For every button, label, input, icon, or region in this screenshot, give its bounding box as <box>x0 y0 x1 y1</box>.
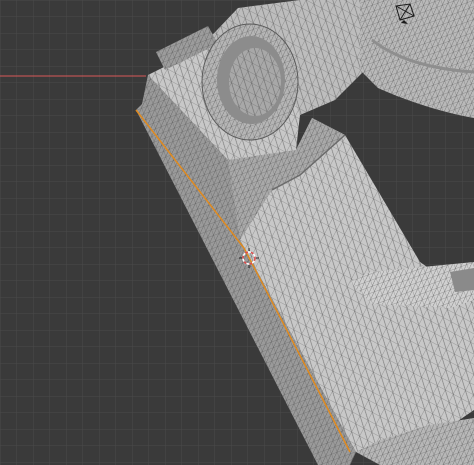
mesh-torus-ring[interactable] <box>201 23 299 141</box>
3d-viewport[interactable] <box>0 0 474 465</box>
